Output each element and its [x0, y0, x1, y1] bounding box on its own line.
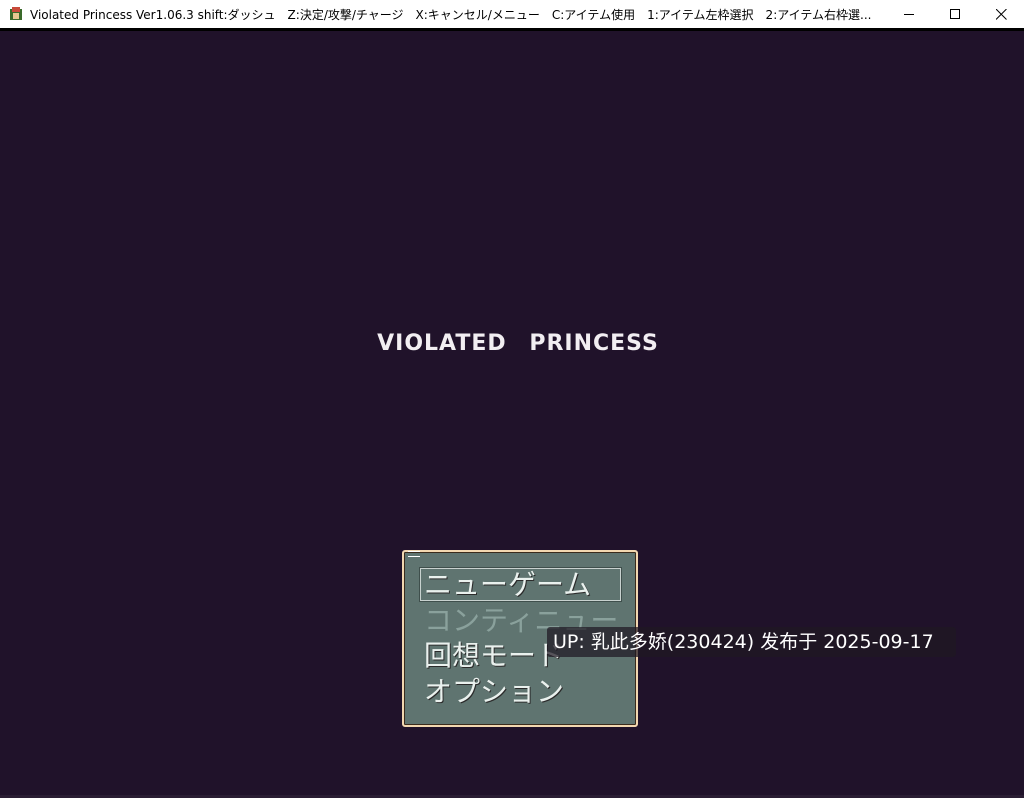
game-canvas[interactable]: VIOLATED PRINCESS ニューゲーム コンティニュー 回想モード オ… [0, 31, 1024, 798]
maximize-icon [949, 8, 960, 19]
minimize-icon [903, 13, 914, 15]
menu-item-recollection-mode[interactable]: 回想モード [424, 640, 564, 672]
maximize-button[interactable] [932, 0, 978, 28]
close-icon [995, 8, 1007, 20]
menu-item-new-game[interactable]: ニューゲーム [424, 569, 591, 601]
app-icon [8, 6, 24, 22]
minimize-button[interactable] [886, 0, 932, 28]
window-title: Violated Princess Ver1.06.3 shift:ダッシュ Z… [30, 7, 872, 22]
window-controls [886, 0, 1024, 28]
uploader-watermark: UP: 乳此多娇(230424) 发布于 2025-09-17 [547, 627, 956, 657]
game-title: VIOLATED PRINCESS [377, 331, 659, 356]
game-window: Violated Princess Ver1.06.3 shift:ダッシュ Z… [0, 0, 1024, 798]
menu-corner-decoration [408, 551, 420, 557]
title-bar[interactable]: Violated Princess Ver1.06.3 shift:ダッシュ Z… [0, 0, 1024, 31]
close-button[interactable] [978, 0, 1024, 28]
menu-item-options[interactable]: オプション [424, 676, 564, 708]
